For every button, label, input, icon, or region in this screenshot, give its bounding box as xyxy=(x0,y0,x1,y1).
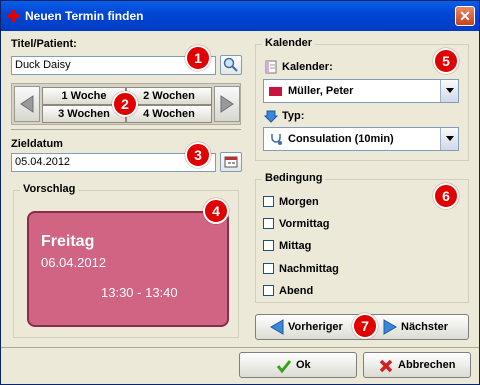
annotation-badge: 3 xyxy=(185,142,211,168)
next-label: Nächster xyxy=(401,321,449,333)
checkbox-abend[interactable] xyxy=(263,285,274,296)
nav-back-button[interactable] xyxy=(14,86,40,122)
search-icon xyxy=(223,57,238,72)
annotation-badge: 4 xyxy=(203,198,229,224)
calendar-icon xyxy=(224,156,238,168)
checkbox-morgen[interactable] xyxy=(263,196,274,207)
type-arrow-icon xyxy=(264,110,278,123)
arrow-right-icon xyxy=(220,95,234,113)
checkbox-label: Morgen xyxy=(279,196,319,208)
checkbox-label: Vormittag xyxy=(279,218,330,230)
divider xyxy=(1,347,479,348)
cancel-x-icon xyxy=(379,359,393,373)
annotation-badge: 6 xyxy=(433,183,459,209)
four-weeks-button[interactable]: 4 Wochen xyxy=(126,105,212,123)
calendar-group-label: Kalender xyxy=(262,37,316,49)
chevron-down-icon[interactable] xyxy=(440,128,458,150)
previous-label: Vorheriger xyxy=(288,321,343,333)
suggestion-time: 13:30 - 13:40 xyxy=(101,285,178,300)
patient-search-button[interactable] xyxy=(220,55,242,75)
typ-value: Consulation (10min) xyxy=(288,133,394,145)
suggestion-date: 06.04.2012 xyxy=(41,255,107,270)
cancel-button[interactable]: Abbrechen xyxy=(363,352,471,378)
calendar-book-icon xyxy=(265,60,277,74)
annotation-badge: 5 xyxy=(433,48,459,74)
checkbox-label: Abend xyxy=(279,285,314,297)
checkmark-icon xyxy=(276,360,292,374)
kalender-select[interactable]: Müller, Peter xyxy=(263,79,459,103)
divider xyxy=(11,129,241,130)
checkbox-label: Mittag xyxy=(279,240,312,252)
suggestion-day: Freitag xyxy=(41,233,95,250)
annotation-badge: 2 xyxy=(112,91,138,117)
condition-label: Bedingung xyxy=(262,172,326,184)
annotation-badge: 1 xyxy=(185,45,211,71)
ok-label: Ok xyxy=(296,359,311,371)
target-date-label: Zieldatum xyxy=(11,138,63,150)
next-button[interactable]: Nächster xyxy=(363,315,468,339)
kalender-label: Kalender: xyxy=(282,61,333,73)
arrow-right-icon xyxy=(383,319,397,335)
stethoscope-icon xyxy=(271,134,282,145)
close-button[interactable]: ✕ xyxy=(455,6,475,26)
appointment-suggestion-card[interactable]: Freitag 06.04.2012 13:30 - 13:40 xyxy=(27,211,229,327)
checkbox-nachmittag[interactable] xyxy=(263,263,274,274)
kalender-value: Müller, Peter xyxy=(288,85,354,97)
typ-label: Typ: xyxy=(282,110,305,122)
checkbox-label: Nachmittag xyxy=(279,263,339,275)
checkbox-mittag[interactable] xyxy=(263,240,274,251)
calendar-color-swatch xyxy=(269,87,282,96)
dialog-window: Neuen Termin finden ✕ Titel/Patient: Duc… xyxy=(0,0,480,385)
patient-label: Titel/Patient: xyxy=(11,38,77,50)
cancel-label: Abbrechen xyxy=(398,359,456,371)
previous-button[interactable]: Vorheriger xyxy=(256,315,361,339)
nav-forward-button[interactable] xyxy=(214,86,240,122)
chevron-down-icon[interactable] xyxy=(440,80,458,102)
red-cross-icon xyxy=(8,10,20,22)
window-title: Neuen Termin finden xyxy=(25,9,144,23)
checkbox-vormittag[interactable] xyxy=(263,218,274,229)
arrow-left-icon xyxy=(20,95,34,113)
ok-button[interactable]: Ok xyxy=(239,352,357,378)
annotation-badge: 7 xyxy=(352,313,378,339)
title-bar: Neuen Termin finden ✕ xyxy=(1,1,479,31)
two-weeks-button[interactable]: 2 Wochen xyxy=(126,87,212,105)
proposal-label: Vorschlag xyxy=(20,183,79,195)
calendar-picker-button[interactable] xyxy=(220,152,242,172)
typ-select[interactable]: Consulation (10min) xyxy=(263,127,459,151)
arrow-left-icon xyxy=(270,319,284,335)
